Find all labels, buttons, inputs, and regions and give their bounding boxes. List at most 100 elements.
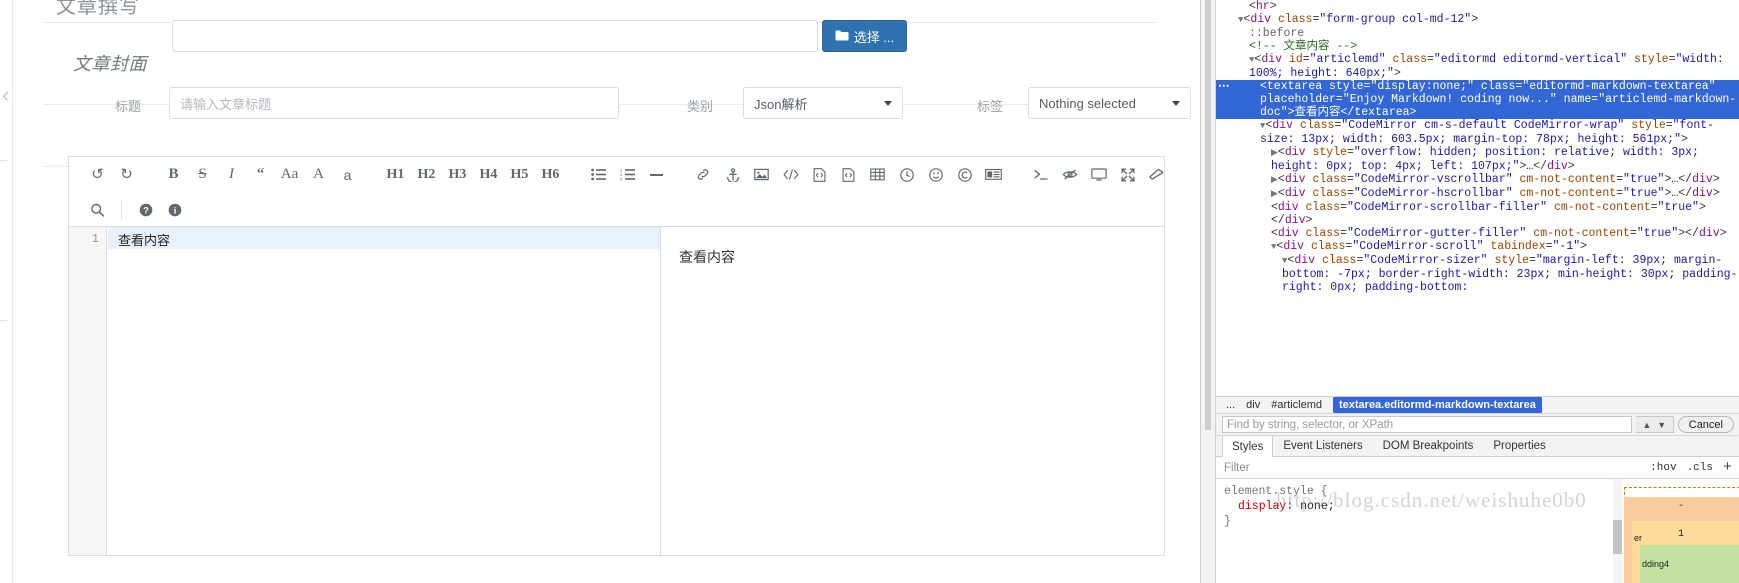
css-property-name[interactable]: display (1238, 500, 1286, 513)
css-property-value[interactable]: none; (1300, 500, 1335, 513)
category-select[interactable]: Json解析 (743, 87, 903, 119)
search-nav-buttons[interactable]: ▲ ▼ (1635, 416, 1674, 433)
horizontal-rule-icon[interactable] (642, 162, 671, 188)
strikethrough-icon[interactable]: S (188, 162, 217, 188)
codemirror-lines[interactable]: 查看内容 (108, 227, 661, 555)
box-model-border-label: er (1634, 533, 1643, 543)
anchor-icon[interactable] (718, 162, 747, 188)
breadcrumb-item[interactable]: div (1246, 399, 1260, 411)
eye-slash-icon[interactable] (1055, 162, 1084, 188)
heading-4-icon[interactable]: H4 (473, 162, 504, 188)
title-input[interactable]: 请输入文章标题 (169, 87, 619, 119)
redo-icon[interactable]: ↻ (112, 162, 141, 188)
editor-toolbar: ↺ ↻ B S I “ Aa A a H1 H2 H3 H4 H5 H6 1 2… (69, 157, 1164, 227)
italic-icon[interactable]: I (217, 162, 246, 188)
markdown-preview-pane: 查看内容 (662, 227, 1164, 555)
page-title: 文章撰写 (56, 0, 140, 18)
breadcrumb-item[interactable]: #articlemd (1271, 399, 1322, 411)
heading-1-icon[interactable]: H1 (380, 162, 411, 188)
dom-node[interactable]: ▶<div class="CodeMirror-vscrollbar" cm-n… (1216, 173, 1739, 187)
svg-text:3: 3 (620, 177, 623, 182)
desktop-preview-icon[interactable] (1084, 162, 1113, 188)
devtools-tab-properties[interactable]: Properties (1483, 436, 1555, 456)
table-icon[interactable] (863, 162, 892, 188)
dom-node[interactable]: <!-- 文章内容 --> (1216, 40, 1739, 53)
bold-icon[interactable]: B (159, 162, 188, 188)
heading-2-icon[interactable]: H2 (411, 162, 442, 188)
box-model-diagram: - er 1 dding4 (1622, 487, 1739, 583)
dom-node[interactable]: ▼<div id="articlemd" class="editormd edi… (1216, 53, 1739, 80)
breadcrumb-item[interactable]: ... (1226, 399, 1235, 411)
tag-select[interactable]: Nothing selected (1028, 87, 1191, 119)
dom-node[interactable]: ▼<div class="CodeMirror-sizer" style="ma… (1216, 254, 1739, 294)
image-icon[interactable] (747, 162, 776, 188)
font-size-large-icon[interactable]: A (304, 162, 333, 188)
devtools-tab-dom-breakpoints[interactable]: DOM Breakpoints (1373, 436, 1484, 456)
dom-node[interactable]: ▼<div class="CodeMirror-scroll" tabindex… (1216, 240, 1739, 254)
devtools-tab-styles[interactable]: Styles (1222, 436, 1274, 457)
preformatted-text-icon[interactable] (834, 162, 863, 188)
font-size-small-icon[interactable]: a (333, 162, 362, 188)
styles-filter-input[interactable]: Filter (1224, 462, 1250, 474)
uppercase-icon[interactable]: Aa (275, 162, 304, 188)
heading-5-icon[interactable]: H5 (504, 162, 535, 188)
dom-search-input[interactable]: Find by string, selector, or XPath (1222, 416, 1632, 433)
undo-icon[interactable]: ↺ (83, 162, 112, 188)
cover-input[interactable] (172, 20, 818, 52)
dom-node[interactable]: ▼<div class="CodeMirror cm-s-default Cod… (1216, 119, 1739, 146)
unordered-list-icon[interactable] (584, 162, 613, 188)
dom-node[interactable]: <div class="CodeMirror-scrollbar-filler"… (1216, 201, 1739, 227)
styles-filter-bar: Filter :hov .cls + (1216, 457, 1739, 479)
box-model-margin-top[interactable]: - (1678, 501, 1684, 512)
breadcrumb[interactable]: ... div #articlemd textarea.editormd-markdo… (1216, 396, 1739, 413)
breadcrumb-item[interactable]: textarea.editormd-markdown-textarea (1332, 397, 1542, 413)
link-icon[interactable] (689, 162, 718, 188)
dom-node[interactable]: <div class="CodeMirror-gutter-filler" cm… (1216, 227, 1739, 240)
category-label: 类别 (687, 99, 714, 114)
dom-node-selected[interactable]: <textarea style="display:none;" class="e… (1216, 80, 1739, 119)
copyright-icon[interactable] (950, 162, 979, 188)
search-cancel-button[interactable]: Cancel (1677, 416, 1734, 433)
code-block-icon[interactable] (805, 162, 834, 188)
dom-node[interactable]: ▼<div class="form-group col-md-12"> (1216, 13, 1739, 27)
box-model-border-value[interactable]: 1 (1678, 529, 1684, 540)
inspected-web-page: ‹ 文章撰写 文章封面 选择 ... 标题 请输入文章标题 类别 Json解析 … (0, 0, 1200, 583)
dom-node[interactable]: ▶<div style="overflow: hidden; position:… (1216, 146, 1739, 173)
devtools-sidebar-tabs[interactable]: Styles Event Listeners DOM Breakpoints Prop… (1216, 435, 1739, 457)
help-icon[interactable]: ? (131, 197, 160, 223)
info-icon[interactable]: i (160, 197, 189, 223)
eraser-icon[interactable] (1142, 162, 1171, 188)
heading-3-icon[interactable]: H3 (442, 162, 473, 188)
choose-file-label: 选择 ... (853, 29, 895, 45)
box-model-padding-label: dding4 (1642, 559, 1670, 569)
search-icon[interactable] (83, 197, 112, 223)
dom-node[interactable]: ▶<div class="CodeMirror-hscrollbar" cm-n… (1216, 187, 1739, 201)
goto-line-icon[interactable] (1026, 162, 1055, 188)
datetime-icon[interactable] (892, 162, 921, 188)
page-break-icon[interactable] (979, 162, 1008, 188)
markdown-editor: ↺ ↻ B S I “ Aa A a H1 H2 H3 H4 H5 H6 1 2… (68, 156, 1165, 556)
dom-node[interactable]: <hr> (1216, 0, 1739, 13)
devtools-scrollbar-thumb[interactable] (1205, 0, 1211, 430)
code-inline-icon[interactable] (776, 162, 805, 188)
devtools-splitter[interactable] (1201, 0, 1216, 583)
dom-node[interactable]: ::before (1216, 27, 1739, 40)
emoji-icon[interactable] (921, 162, 950, 188)
chevron-up-icon[interactable]: ▲ (1642, 420, 1651, 430)
fullscreen-icon[interactable] (1113, 162, 1142, 188)
hov-toggle-button[interactable]: :hov (1650, 462, 1676, 474)
new-style-rule-button[interactable]: + (1723, 459, 1732, 476)
devtools-panel: <hr> ▼<div class="form-group col-md-12">:… (1200, 0, 1739, 583)
quote-icon[interactable]: “ (246, 162, 275, 188)
styles-scrollbar-thumb[interactable] (1613, 520, 1622, 554)
ordered-list-icon[interactable]: 123 (613, 162, 642, 188)
heading-6-icon[interactable]: H6 (535, 162, 566, 188)
chevron-down-icon (884, 101, 892, 106)
tag-select-value: Nothing selected (1039, 95, 1136, 111)
sidebar-collapse-icon[interactable]: ‹ (2, 80, 12, 110)
choose-file-button[interactable]: 选择 ... (822, 20, 907, 52)
devtools-tab-event-listeners[interactable]: Event Listeners (1273, 436, 1372, 456)
dom-tree[interactable]: <hr> ▼<div class="form-group col-md-12">:… (1216, 0, 1739, 396)
chevron-down-icon[interactable]: ▼ (1657, 420, 1666, 430)
cls-toggle-button[interactable]: .cls (1687, 462, 1713, 474)
